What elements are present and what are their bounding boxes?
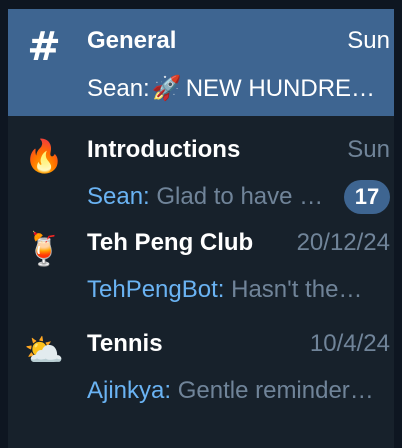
message-text: Hasn't the… — [231, 276, 363, 303]
sender-name: TehPengBot: — [87, 276, 225, 303]
message-text: Glad to have you here… — [156, 183, 334, 210]
hash-icon: # — [27, 24, 61, 70]
chat-item-teh-peng-club[interactable]: 🍹 Teh Peng Club 20/12/24 TehPengBot: Has… — [8, 211, 394, 318]
message-preview: Ajinkya: Gentle reminder… — [87, 377, 390, 405]
message-preview: Sean:🚀 NEW HUNDRED… — [87, 74, 390, 103]
chat-date: 20/12/24 — [296, 229, 390, 256]
rocket-icon: 🚀 — [151, 74, 182, 102]
chat-item-introductions[interactable]: 🔥 Introductions Sun Sean: Glad to have y… — [8, 118, 394, 225]
fire-icon: 🔥 — [24, 138, 64, 174]
chat-list-panel: # General Sun Sean:🚀 NEW HUNDRED… 🔥 Intro… — [0, 0, 402, 448]
chat-item-general[interactable]: # General Sun Sean:🚀 NEW HUNDRED… — [8, 9, 394, 116]
chat-item-tennis[interactable]: ⛅ Tennis 10/4/24 Ajinkya: Gentle reminde… — [8, 312, 394, 419]
unread-badge: 17 — [344, 180, 390, 214]
chat-title: Introductions — [87, 136, 241, 163]
avatar: 🍹 — [22, 227, 66, 271]
message-text: NEW HUNDRED… — [185, 74, 390, 102]
sender-name: Ajinkya: — [87, 377, 172, 404]
sender-name: Sean: — [87, 74, 150, 102]
avatar: ⛅ — [22, 328, 66, 372]
chat-list: # General Sun Sean:🚀 NEW HUNDRED… 🔥 Intro… — [8, 9, 394, 419]
chat-date: Sun — [347, 27, 390, 54]
avatar: # — [22, 25, 66, 69]
sun-behind-cloud-icon: ⛅ — [24, 332, 64, 368]
avatar: 🔥 — [22, 134, 66, 178]
chat-title: Teh Peng Club — [87, 229, 254, 256]
sender-name: Sean: — [87, 183, 150, 210]
chat-title: Tennis — [87, 330, 163, 357]
chat-date: 10/4/24 — [309, 330, 390, 357]
message-preview: Sean: Glad to have you here… — [87, 183, 334, 211]
chat-title: General — [87, 27, 177, 54]
message-preview: TehPengBot: Hasn't the… — [87, 276, 390, 304]
chat-date: Sun — [347, 136, 390, 163]
message-text: Gentle reminder… — [177, 377, 374, 404]
tropical-drink-icon: 🍹 — [24, 231, 64, 267]
